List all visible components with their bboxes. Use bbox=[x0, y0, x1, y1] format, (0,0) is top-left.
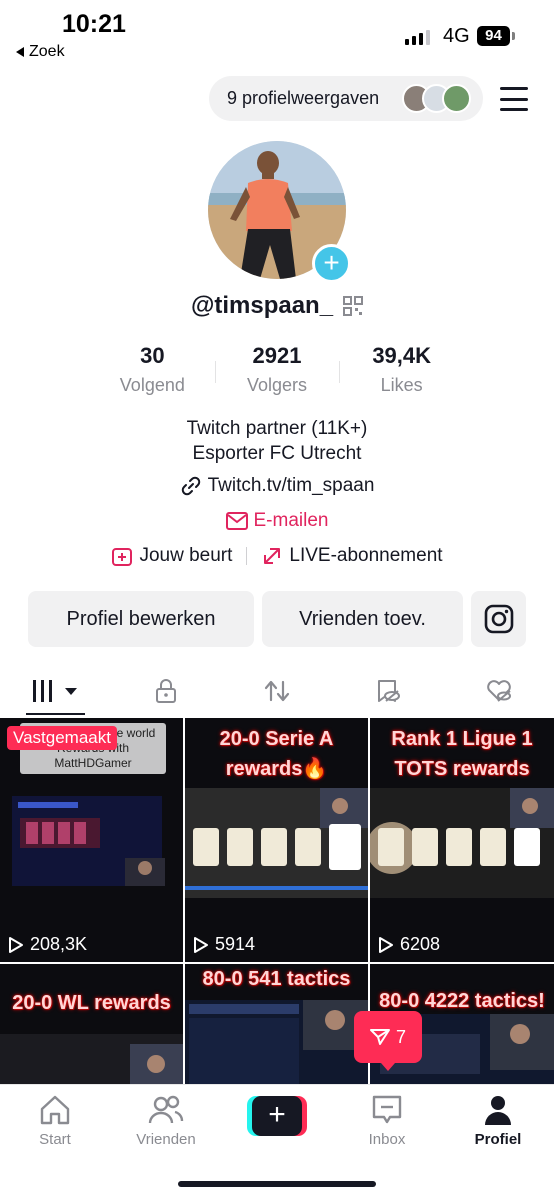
stat-label: Volgend bbox=[119, 375, 185, 395]
live-subscription-button[interactable]: LIVE-abonnement bbox=[261, 545, 443, 567]
network-type: 4G bbox=[443, 25, 470, 47]
tab-liked[interactable] bbox=[443, 667, 554, 715]
edit-profile-button[interactable]: Profiel bewerken bbox=[28, 591, 254, 647]
plus-icon: + bbox=[252, 1096, 302, 1136]
email-label: E-mailen bbox=[253, 510, 329, 531]
add-avatar-plus-icon[interactable]: + bbox=[312, 244, 351, 283]
view-count: 6208 bbox=[378, 934, 440, 955]
grid-icon bbox=[33, 680, 78, 702]
activity-notification-badge[interactable]: 7 bbox=[354, 1011, 422, 1071]
battery-icon: 94 bbox=[477, 26, 515, 46]
viewer-avatars bbox=[402, 84, 471, 113]
bio-line: Twitch partner (11K+) bbox=[186, 418, 368, 439]
link-text: Twitch.tv/tim_spaan bbox=[207, 475, 375, 496]
bio-line: Esporter FC Utrecht bbox=[192, 443, 362, 464]
clock: 10:21 bbox=[62, 10, 126, 38]
stat-followers[interactable]: 2921 Volgers bbox=[214, 343, 340, 401]
tab-reposts[interactable] bbox=[222, 667, 333, 715]
stat-value: 2921 bbox=[252, 343, 302, 368]
play-icon bbox=[9, 936, 23, 953]
add-post-icon bbox=[112, 548, 133, 566]
video-thumbnail[interactable]: ...en my #1 of the world Rewards with Ma… bbox=[0, 718, 183, 962]
nav-inbox[interactable]: Inbox bbox=[342, 1093, 432, 1148]
stat-label: Volgers bbox=[246, 375, 308, 395]
video-thumbnail[interactable]: 80-0 541 tactics bbox=[185, 964, 368, 1088]
play-icon bbox=[194, 936, 208, 953]
your-turn-label: Jouw beurt bbox=[139, 545, 233, 566]
lock-icon bbox=[156, 679, 177, 703]
profile-views-label: 9 profielweergaven bbox=[227, 88, 380, 108]
profile-link[interactable]: Twitch.tv/tim_spaan bbox=[0, 475, 554, 497]
video-grid: ...en my #1 of the world Rewards with Ma… bbox=[0, 718, 554, 1088]
video-thumbnail[interactable]: 20-0 WL rewards bbox=[0, 964, 183, 1088]
viewer-avatar bbox=[442, 84, 471, 113]
friends-icon bbox=[148, 1095, 184, 1124]
live-subscription-label: LIVE-abonnement bbox=[289, 545, 443, 566]
instagram-icon bbox=[484, 604, 513, 634]
video-headline: Rank 1 Ligue 1 TOTS rewards bbox=[391, 728, 533, 780]
stat-following[interactable]: 30 Volgend bbox=[90, 343, 215, 401]
video-headline: 20-0 WL rewards bbox=[12, 992, 171, 1014]
heart-hidden-icon bbox=[486, 680, 511, 702]
profile-tabs bbox=[0, 667, 554, 715]
instagram-button[interactable] bbox=[471, 591, 526, 647]
tab-saved[interactable] bbox=[332, 667, 443, 715]
profile-extras: Jouw beurt LIVE-abonnement bbox=[0, 545, 554, 567]
profile-stats: 30 Volgend 2921 Volgers 39,4K Likes bbox=[90, 343, 464, 401]
mail-icon bbox=[225, 512, 248, 530]
video-headline: 80-0 541 tactics bbox=[202, 968, 351, 990]
tab-videos[interactable] bbox=[0, 667, 111, 715]
qr-code-icon[interactable] bbox=[343, 296, 364, 316]
live-subscription-icon bbox=[264, 548, 281, 564]
bookmark-hidden-icon bbox=[377, 680, 400, 702]
video-thumbnail[interactable]: Rank 1 Ligue 1 TOTS rewards 6208 bbox=[370, 718, 554, 962]
battery-level: 94 bbox=[477, 26, 510, 46]
stat-value: 30 bbox=[140, 343, 165, 368]
notification-count: 7 bbox=[395, 1026, 406, 1047]
stat-likes[interactable]: 39,4K Likes bbox=[339, 343, 464, 401]
home-indicator[interactable] bbox=[178, 1181, 376, 1187]
add-friends-button[interactable]: Vrienden toev. bbox=[262, 591, 463, 647]
back-to-search-link[interactable]: Zoek bbox=[16, 43, 65, 61]
nav-home-label: Start bbox=[39, 1131, 71, 1148]
nav-profile[interactable]: Profiel bbox=[453, 1093, 543, 1148]
view-count: 5914 bbox=[193, 934, 255, 955]
pinned-badge: Vastgemaakt bbox=[7, 726, 117, 750]
view-count-value: 5914 bbox=[215, 934, 256, 954]
video-thumbnail[interactable]: 20-0 Serie A rewards🔥 5914 bbox=[185, 718, 368, 962]
inbox-icon bbox=[372, 1095, 402, 1124]
back-arrow-icon bbox=[16, 47, 24, 57]
view-count-value: 6208 bbox=[400, 934, 441, 954]
create-post-button[interactable]: + bbox=[247, 1096, 307, 1136]
email-button[interactable]: E-mailen bbox=[0, 510, 554, 532]
signal-icon bbox=[405, 29, 430, 45]
send-icon bbox=[369, 1029, 390, 1045]
nav-friends[interactable]: Vrienden bbox=[121, 1093, 211, 1148]
view-count-value: 208,3K bbox=[30, 934, 88, 954]
link-icon bbox=[181, 476, 200, 496]
repost-icon bbox=[264, 680, 290, 702]
menu-icon[interactable] bbox=[500, 87, 528, 111]
video-headline: 20-0 Serie A rewards🔥 bbox=[219, 728, 334, 780]
username: @timspaan_ bbox=[190, 292, 334, 319]
view-count: 208,3K bbox=[8, 934, 87, 955]
your-turn-button[interactable]: Jouw beurt bbox=[111, 545, 232, 567]
profile-views-button[interactable]: 9 profielweergaven bbox=[209, 76, 483, 121]
nav-home[interactable]: Start bbox=[10, 1093, 100, 1148]
tab-private[interactable] bbox=[111, 667, 222, 715]
status-bar: 10:21 Zoek 4G 94 bbox=[0, 0, 554, 70]
nav-inbox-label: Inbox bbox=[368, 1131, 406, 1148]
home-icon bbox=[40, 1095, 70, 1125]
stat-label: Likes bbox=[380, 375, 423, 395]
nav-friends-label: Vrienden bbox=[136, 1131, 196, 1148]
profile-icon bbox=[485, 1096, 511, 1125]
play-icon bbox=[379, 936, 393, 953]
profile-bio: Twitch partner (11K+) Esporter FC Utrech… bbox=[0, 416, 554, 466]
nav-profile-label: Profiel bbox=[474, 1131, 522, 1148]
back-label: Zoek bbox=[29, 43, 65, 60]
stat-value: 39,4K bbox=[372, 343, 432, 368]
username-row: @timspaan_ bbox=[0, 292, 554, 320]
